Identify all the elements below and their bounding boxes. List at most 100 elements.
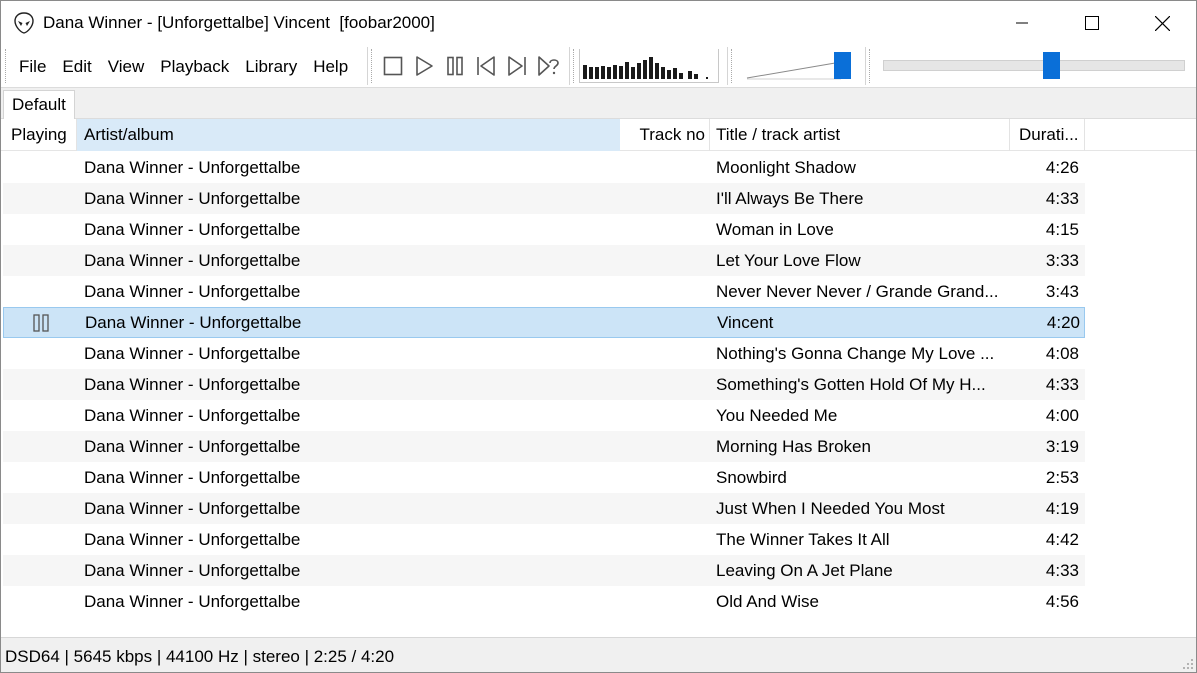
playing-cell — [3, 338, 77, 369]
artist-cell: Dana Winner - Unforgettalbe — [84, 499, 301, 518]
title-cell: Just When I Needed You Most — [716, 499, 945, 518]
duration-cell: 4:15 — [1045, 220, 1079, 239]
column-track-no[interactable]: Track no — [621, 119, 709, 151]
menu-help[interactable]: Help — [305, 56, 356, 78]
next-icon[interactable] — [505, 54, 529, 78]
toolbar-grip[interactable] — [371, 49, 374, 83]
title-cell: The Winner Takes It All — [716, 530, 890, 549]
playlist-row-now-playing[interactable]: Dana Winner - Unforgettalbe Vincent 4:20 — [3, 307, 1085, 338]
duration-cell: 4:33 — [1045, 375, 1079, 394]
artist-cell: Dana Winner - Unforgettalbe — [84, 406, 301, 425]
toolbar-separator — [865, 47, 866, 85]
random-icon[interactable] — [536, 54, 560, 78]
toolbar-grip[interactable] — [731, 49, 734, 83]
duration-cell: 4:08 — [1045, 344, 1079, 363]
playlist-row[interactable]: Dana Winner - Unforgettalbe Morning Has … — [3, 431, 1085, 462]
menu-view[interactable]: View — [100, 56, 153, 78]
toolbar-separator — [367, 47, 368, 85]
playing-cell — [3, 152, 77, 183]
resize-grip-icon[interactable] — [1182, 658, 1194, 670]
playing-cell — [3, 276, 77, 307]
duration-cell: 4:33 — [1045, 561, 1079, 580]
column-title[interactable]: Title / track artist — [710, 119, 1009, 151]
title-cell: Morning Has Broken — [716, 437, 871, 456]
duration-cell: 4:26 — [1045, 158, 1079, 177]
toolbar-separator — [569, 47, 570, 85]
artist-cell: Dana Winner - Unforgettalbe — [84, 375, 301, 394]
artist-cell: Dana Winner - Unforgettalbe — [84, 530, 301, 549]
playlist-row[interactable]: Dana Winner - Unforgettalbe Let Your Lov… — [3, 245, 1085, 276]
playlist-row[interactable]: Dana Winner - Unforgettalbe Just When I … — [3, 493, 1085, 524]
volume-thumb[interactable] — [834, 52, 851, 79]
playlist: Dana Winner - Unforgettalbe Moonlight Sh… — [1, 152, 1196, 636]
menu-edit[interactable]: Edit — [54, 56, 99, 78]
title-cell: Nothing's Gonna Change My Love ... — [716, 344, 995, 363]
title-cell: Vincent — [717, 313, 774, 332]
artist-cell: Dana Winner - Unforgettalbe — [84, 592, 301, 611]
duration-cell: 4:00 — [1045, 406, 1079, 425]
stop-icon[interactable] — [381, 54, 405, 78]
toolbar-grip[interactable] — [5, 49, 8, 83]
menu-library[interactable]: Library — [237, 56, 305, 78]
playing-cell — [3, 524, 77, 555]
menu-playback[interactable]: Playback — [152, 56, 237, 78]
artist-cell: Dana Winner - Unforgettalbe — [84, 282, 301, 301]
playlist-row[interactable]: Dana Winner - Unforgettalbe I'll Always … — [3, 183, 1085, 214]
title-cell: Old And Wise — [716, 592, 819, 611]
toolbar-grip[interactable] — [573, 49, 576, 83]
playing-cell — [4, 308, 78, 339]
playlist-row[interactable]: Dana Winner - Unforgettalbe Snowbird 2:5… — [3, 462, 1085, 493]
column-playing[interactable]: Playing — [1, 119, 76, 151]
playing-cell — [3, 493, 77, 524]
previous-icon[interactable] — [474, 54, 498, 78]
maximize-button[interactable] — [1057, 1, 1127, 45]
playlist-row[interactable]: Dana Winner - Unforgettalbe Never Never … — [3, 276, 1085, 307]
column-artist-album[interactable]: Artist/album — [77, 119, 620, 151]
playlist-row[interactable]: Dana Winner - Unforgettalbe Woman in Lov… — [3, 214, 1085, 245]
playing-cell — [3, 400, 77, 431]
playing-cell — [3, 462, 77, 493]
duration-cell: 4:56 — [1045, 592, 1079, 611]
seek-thumb[interactable] — [1043, 52, 1060, 79]
tab-default[interactable]: Default — [3, 90, 75, 120]
seek-bar[interactable] — [883, 60, 1185, 71]
menu-file[interactable]: File — [11, 56, 54, 78]
playlist-row[interactable]: Dana Winner - Unforgettalbe You Needed M… — [3, 400, 1085, 431]
playing-cell — [3, 431, 77, 462]
artist-cell: Dana Winner - Unforgettalbe — [85, 313, 302, 332]
playing-cell — [3, 586, 77, 617]
column-duration[interactable]: Durati... — [1010, 119, 1085, 151]
close-button[interactable] — [1127, 1, 1197, 45]
playlist-row[interactable]: Dana Winner - Unforgettalbe Old And Wise… — [3, 586, 1085, 617]
artist-cell: Dana Winner - Unforgettalbe — [84, 437, 301, 456]
duration-cell: 4:19 — [1045, 499, 1079, 518]
playing-cell — [3, 245, 77, 276]
pause-indicator-icon — [33, 314, 49, 332]
minimize-button[interactable] — [987, 1, 1057, 45]
playing-cell — [3, 369, 77, 400]
title-cell: Snowbird — [716, 468, 787, 487]
playlist-row[interactable]: Dana Winner - Unforgettalbe Something's … — [3, 369, 1085, 400]
spectrum-visualization[interactable] — [579, 49, 719, 83]
title-cell: Let Your Love Flow — [716, 251, 861, 270]
artist-cell: Dana Winner - Unforgettalbe — [84, 561, 301, 580]
toolbar: File Edit View Playback Library Help — [1, 45, 1196, 87]
toolbar-grip[interactable] — [869, 49, 872, 83]
playlist-row[interactable]: Dana Winner - Unforgettalbe Moonlight Sh… — [3, 152, 1085, 183]
title-cell: Moonlight Shadow — [716, 158, 856, 177]
artist-cell: Dana Winner - Unforgettalbe — [84, 251, 301, 270]
play-icon[interactable] — [412, 54, 436, 78]
playlist-row[interactable]: Dana Winner - Unforgettalbe Leaving On A… — [3, 555, 1085, 586]
foobar2000-window: Dana Winner - [Unforgettalbe] Vincent [f… — [0, 0, 1197, 673]
status-bar: DSD64 | 5645 kbps | 44100 Hz | stereo | … — [1, 637, 1196, 672]
maximize-icon — [1085, 16, 1099, 30]
window-title: Dana Winner - [Unforgettalbe] Vincent [f… — [43, 13, 435, 32]
playlist-tab-bar: Default — [1, 87, 1196, 120]
playlist-row[interactable]: Dana Winner - Unforgettalbe The Winner T… — [3, 524, 1085, 555]
minimize-icon — [1016, 22, 1028, 24]
toolbar-separator — [727, 47, 728, 85]
duration-cell: 3:33 — [1045, 251, 1079, 270]
playlist-row[interactable]: Dana Winner - Unforgettalbe Nothing's Go… — [3, 338, 1085, 369]
pause-icon[interactable] — [443, 54, 467, 78]
title-cell: Something's Gotten Hold Of My H... — [716, 375, 986, 394]
